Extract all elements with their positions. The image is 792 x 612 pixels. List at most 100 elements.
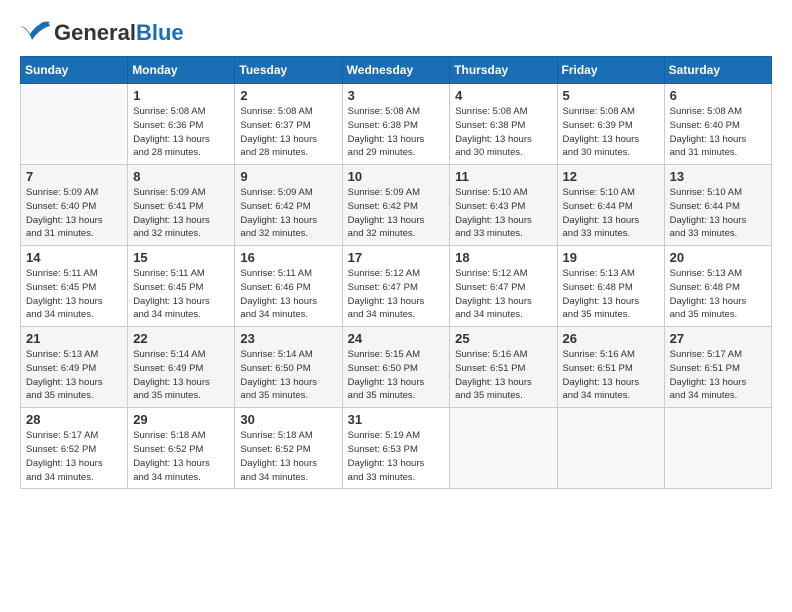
day-info: Sunrise: 5:08 AM Sunset: 6:38 PM Dayligh…: [455, 105, 551, 160]
calendar-cell: 11 Sunrise: 5:10 AM Sunset: 6:43 PM Dayli…: [450, 165, 557, 246]
calendar-cell: 1 Sunrise: 5:08 AM Sunset: 6:36 PM Daylig…: [128, 84, 235, 165]
day-info: Sunrise: 5:17 AM Sunset: 6:51 PM Dayligh…: [670, 348, 766, 403]
day-info: Sunrise: 5:11 AM Sunset: 6:45 PM Dayligh…: [26, 267, 122, 322]
calendar-week-row: 14 Sunrise: 5:11 AM Sunset: 6:45 PM Dayli…: [21, 246, 772, 327]
calendar-cell: 23Sunrise: 5:14 AM Sunset: 6:50 PM Dayli…: [235, 327, 342, 408]
day-info: Sunrise: 5:16 AM Sunset: 6:51 PM Dayligh…: [455, 348, 551, 403]
calendar-cell: 24 Sunrise: 5:15 AM Sunset: 6:50 PM Dayli…: [342, 327, 450, 408]
day-number: 19: [563, 250, 659, 265]
day-number: 10: [348, 169, 445, 184]
calendar-cell: [664, 408, 771, 489]
day-number: 14: [26, 250, 122, 265]
calendar-cell: 25 Sunrise: 5:16 AM Sunset: 6:51 PM Dayli…: [450, 327, 557, 408]
day-number: 2: [240, 88, 336, 103]
day-number: 21: [26, 331, 122, 346]
day-number: 27: [670, 331, 766, 346]
calendar-week-row: 7 Sunrise: 5:09 AM Sunset: 6:40 PM Daylig…: [21, 165, 772, 246]
day-number: 4: [455, 88, 551, 103]
day-info: Sunrise: 5:14 AM Sunset: 6:49 PM Dayligh…: [133, 348, 229, 403]
day-info: Sunrise: 5:08 AM Sunset: 6:39 PM Dayligh…: [563, 105, 659, 160]
day-info: Sunrise: 5:13 AM Sunset: 6:48 PM Dayligh…: [670, 267, 766, 322]
calendar-cell: 31 Sunrise: 5:19 AM Sunset: 6:53 PM Dayli…: [342, 408, 450, 489]
day-info: Sunrise: 5:10 AM Sunset: 6:44 PM Dayligh…: [563, 186, 659, 241]
day-info: Sunrise: 5:09 AM Sunset: 6:41 PM Dayligh…: [133, 186, 229, 241]
day-info: Sunrise: 5:19 AM Sunset: 6:53 PM Dayligh…: [348, 429, 445, 484]
day-info: Sunrise: 5:10 AM Sunset: 6:43 PM Dayligh…: [455, 186, 551, 241]
calendar-table: SundayMondayTuesdayWednesdayThursdayFrid…: [20, 56, 772, 489]
calendar-cell: 20 Sunrise: 5:13 AM Sunset: 6:48 PM Dayli…: [664, 246, 771, 327]
calendar-cell: 4 Sunrise: 5:08 AM Sunset: 6:38 PM Daylig…: [450, 84, 557, 165]
col-header-tuesday: Tuesday: [235, 57, 342, 84]
calendar-cell: 3 Sunrise: 5:08 AM Sunset: 6:38 PM Daylig…: [342, 84, 450, 165]
calendar-cell: 9 Sunrise: 5:09 AM Sunset: 6:42 PM Daylig…: [235, 165, 342, 246]
day-info: Sunrise: 5:18 AM Sunset: 6:52 PM Dayligh…: [240, 429, 336, 484]
day-info: Sunrise: 5:08 AM Sunset: 6:36 PM Dayligh…: [133, 105, 229, 160]
day-info: Sunrise: 5:09 AM Sunset: 6:40 PM Dayligh…: [26, 186, 122, 241]
calendar-cell: 8 Sunrise: 5:09 AM Sunset: 6:41 PM Daylig…: [128, 165, 235, 246]
day-number: 12: [563, 169, 659, 184]
day-number: 25: [455, 331, 551, 346]
calendar-cell: 16 Sunrise: 5:11 AM Sunset: 6:46 PM Dayli…: [235, 246, 342, 327]
day-number: 15: [133, 250, 229, 265]
day-number: 8: [133, 169, 229, 184]
calendar-cell: [557, 408, 664, 489]
calendar-cell: 18 Sunrise: 5:12 AM Sunset: 6:47 PM Dayli…: [450, 246, 557, 327]
calendar-header-row: SundayMondayTuesdayWednesdayThursdayFrid…: [21, 57, 772, 84]
day-number: 1: [133, 88, 229, 103]
col-header-thursday: Thursday: [450, 57, 557, 84]
calendar-cell: 19Sunrise: 5:13 AM Sunset: 6:48 PM Dayli…: [557, 246, 664, 327]
col-header-monday: Monday: [128, 57, 235, 84]
day-info: Sunrise: 5:09 AM Sunset: 6:42 PM Dayligh…: [348, 186, 445, 241]
calendar-week-row: 28Sunrise: 5:17 AM Sunset: 6:52 PM Dayli…: [21, 408, 772, 489]
day-info: Sunrise: 5:10 AM Sunset: 6:44 PM Dayligh…: [670, 186, 766, 241]
calendar-cell: 13 Sunrise: 5:10 AM Sunset: 6:44 PM Dayli…: [664, 165, 771, 246]
day-number: 24: [348, 331, 445, 346]
day-number: 7: [26, 169, 122, 184]
day-info: Sunrise: 5:08 AM Sunset: 6:37 PM Dayligh…: [240, 105, 336, 160]
col-header-wednesday: Wednesday: [342, 57, 450, 84]
day-number: 3: [348, 88, 445, 103]
calendar-cell: 14 Sunrise: 5:11 AM Sunset: 6:45 PM Dayli…: [21, 246, 128, 327]
day-number: 31: [348, 412, 445, 427]
day-number: 30: [240, 412, 336, 427]
calendar-cell: 27 Sunrise: 5:17 AM Sunset: 6:51 PM Dayli…: [664, 327, 771, 408]
calendar-week-row: 1 Sunrise: 5:08 AM Sunset: 6:36 PM Daylig…: [21, 84, 772, 165]
day-number: 22: [133, 331, 229, 346]
day-number: 17: [348, 250, 445, 265]
day-info: Sunrise: 5:17 AM Sunset: 6:52 PM Dayligh…: [26, 429, 122, 484]
day-number: 13: [670, 169, 766, 184]
day-number: 26: [563, 331, 659, 346]
calendar-cell: 15 Sunrise: 5:11 AM Sunset: 6:45 PM Dayli…: [128, 246, 235, 327]
day-number: 29: [133, 412, 229, 427]
day-number: 20: [670, 250, 766, 265]
col-header-friday: Friday: [557, 57, 664, 84]
day-number: 9: [240, 169, 336, 184]
calendar-week-row: 21Sunrise: 5:13 AM Sunset: 6:49 PM Dayli…: [21, 327, 772, 408]
day-info: Sunrise: 5:11 AM Sunset: 6:46 PM Dayligh…: [240, 267, 336, 322]
day-info: Sunrise: 5:15 AM Sunset: 6:50 PM Dayligh…: [348, 348, 445, 403]
day-info: Sunrise: 5:12 AM Sunset: 6:47 PM Dayligh…: [455, 267, 551, 322]
calendar-cell: 5 Sunrise: 5:08 AM Sunset: 6:39 PM Daylig…: [557, 84, 664, 165]
col-header-saturday: Saturday: [664, 57, 771, 84]
day-info: Sunrise: 5:09 AM Sunset: 6:42 PM Dayligh…: [240, 186, 336, 241]
calendar-cell: 26 Sunrise: 5:16 AM Sunset: 6:51 PM Dayli…: [557, 327, 664, 408]
day-number: 5: [563, 88, 659, 103]
logo-bird-icon: [20, 20, 50, 46]
page-header: GeneralBlue: [20, 20, 772, 46]
calendar-cell: 21Sunrise: 5:13 AM Sunset: 6:49 PM Dayli…: [21, 327, 128, 408]
day-info: Sunrise: 5:16 AM Sunset: 6:51 PM Dayligh…: [563, 348, 659, 403]
calendar-cell: [21, 84, 128, 165]
calendar-cell: 17 Sunrise: 5:12 AM Sunset: 6:47 PM Dayli…: [342, 246, 450, 327]
calendar-cell: 30 Sunrise: 5:18 AM Sunset: 6:52 PM Dayli…: [235, 408, 342, 489]
day-number: 6: [670, 88, 766, 103]
calendar-cell: 12 Sunrise: 5:10 AM Sunset: 6:44 PM Dayli…: [557, 165, 664, 246]
day-number: 18: [455, 250, 551, 265]
logo: GeneralBlue: [20, 20, 184, 46]
day-info: Sunrise: 5:11 AM Sunset: 6:45 PM Dayligh…: [133, 267, 229, 322]
day-info: Sunrise: 5:08 AM Sunset: 6:38 PM Dayligh…: [348, 105, 445, 160]
calendar-cell: 22 Sunrise: 5:14 AM Sunset: 6:49 PM Dayli…: [128, 327, 235, 408]
calendar-cell: [450, 408, 557, 489]
day-number: 16: [240, 250, 336, 265]
day-number: 11: [455, 169, 551, 184]
day-info: Sunrise: 5:12 AM Sunset: 6:47 PM Dayligh…: [348, 267, 445, 322]
